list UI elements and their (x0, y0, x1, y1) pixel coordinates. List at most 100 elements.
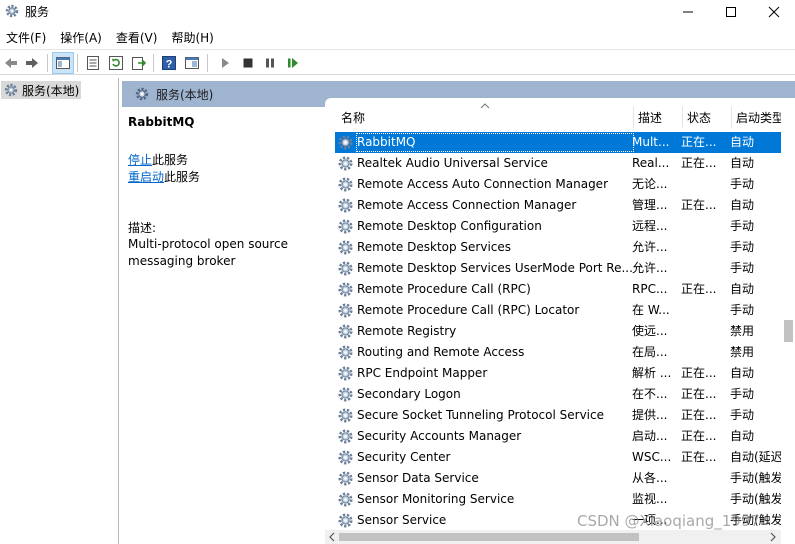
service-row[interactable]: Remote Desktop Services UserMode Port Re… (335, 258, 781, 279)
service-description: 允许... (632, 261, 668, 275)
title-bar: 服务 (0, 0, 795, 24)
service-startup-type: 手动 (730, 219, 755, 233)
play-icon (222, 58, 229, 68)
service-row[interactable]: Realtek Audio Universal Service Real... 正在… (335, 153, 781, 174)
service-row[interactable]: Remote Registry 使远... 禁用 (335, 321, 781, 342)
service-gear-icon (338, 492, 353, 507)
service-description: 解析 ... (632, 366, 672, 380)
restart-service-button[interactable] (282, 52, 304, 74)
scroll-left-icon[interactable] (328, 532, 336, 542)
service-gear-icon (338, 387, 353, 402)
service-description: RPC... (632, 282, 668, 296)
service-gear-icon (338, 219, 353, 234)
service-row[interactable]: Sensor Data Service 从各... 手动(触发 (335, 468, 781, 489)
forward-button[interactable] (21, 52, 43, 74)
horizontal-scrollbar[interactable] (325, 530, 781, 544)
service-startup-type: 禁用 (730, 345, 755, 359)
service-startup-type: 自动 (730, 282, 755, 296)
column-header-status[interactable]: 状态 (683, 106, 732, 128)
console-tree-icon (56, 57, 70, 69)
restart-service-link[interactable]: 重启动 (128, 170, 164, 184)
refresh-button[interactable] (105, 52, 127, 74)
service-row[interactable]: Secure Socket Tunneling Protocol Service… (335, 405, 781, 426)
service-row[interactable]: Remote Access Auto Connection Manager 无论.… (335, 174, 781, 195)
service-status: 正在... (681, 429, 717, 443)
service-gear-icon (338, 303, 353, 318)
pause-service-button[interactable] (259, 52, 281, 74)
service-row[interactable]: Security Center WSC... 正在... 自动(延迟 (335, 447, 781, 468)
service-gear-icon (338, 408, 353, 423)
back-arrow-icon (5, 58, 17, 68)
service-name: Remote Desktop Services UserMode Port Re… (357, 261, 633, 275)
service-description: 无论... (632, 177, 668, 191)
service-row[interactable]: Remote Desktop Services 允许... 手动 (335, 237, 781, 258)
service-row[interactable]: Remote Desktop Configuration 远程... 手动 (335, 216, 781, 237)
service-name: Remote Procedure Call (RPC) (357, 282, 531, 296)
horizontal-scroll-thumb[interactable] (339, 533, 639, 541)
service-name: RPC Endpoint Mapper (357, 366, 488, 380)
forward-arrow-icon (26, 58, 38, 68)
vertical-scrollbar[interactable] (781, 98, 795, 544)
column-header-description[interactable]: 描述 (634, 106, 683, 128)
service-startup-type: 手动 (730, 261, 755, 275)
close-icon (768, 6, 780, 18)
service-name: Remote Desktop Services (357, 240, 512, 254)
service-gear-icon (338, 324, 353, 339)
service-row[interactable]: RPC Endpoint Mapper 解析 ... 正在... 自动 (335, 363, 781, 384)
service-status: 正在... (681, 366, 717, 380)
service-row[interactable]: Security Accounts Manager 启动... 正在... 自动 (335, 426, 781, 447)
services-panel: 服务(本地) RabbitMQ 停止此服务 重启动此服务 描述: Multi-p… (122, 81, 795, 544)
service-startup-type: 手动(触发 (730, 471, 781, 485)
close-button[interactable] (751, 0, 795, 24)
panel-header-title: 服务(本地) (156, 87, 214, 102)
help-button[interactable]: ? (158, 52, 180, 74)
service-row[interactable]: Routing and Remote Access 在局... 禁用 (335, 342, 781, 363)
service-description: 在局... (632, 345, 668, 359)
service-gear-icon (338, 345, 353, 360)
maximize-icon (726, 7, 736, 17)
column-header-startup-type[interactable]: 启动类型 (732, 106, 781, 128)
stop-service-button[interactable] (237, 52, 259, 74)
tree-item-services-local[interactable]: 服务(本地) (1, 81, 81, 99)
service-status: 正在... (681, 198, 717, 212)
service-description: 提供... (632, 408, 668, 422)
view-button[interactable] (181, 52, 203, 74)
services-gear-icon (135, 87, 149, 101)
description-text: Multi-protocol open source messaging bro… (128, 237, 289, 268)
show-console-tree-button[interactable] (52, 52, 74, 74)
menu-action[interactable]: 操作(A) (54, 27, 110, 47)
view-icon (185, 57, 199, 69)
service-gear-icon (338, 261, 353, 276)
help-icon: ? (162, 56, 176, 71)
column-header-name[interactable]: 名称 (337, 106, 634, 128)
service-row[interactable]: RabbitMQ Mult... 正在... 自动 (335, 132, 781, 153)
service-startup-type: 自动 (730, 366, 755, 380)
scroll-right-icon[interactable] (769, 532, 777, 542)
start-service-button[interactable] (214, 52, 236, 74)
back-button[interactable] (0, 52, 22, 74)
watermark: CSDN @Xiaoqiang_1997 (577, 512, 760, 530)
stop-icon (243, 58, 253, 68)
export-list-button[interactable] (128, 52, 150, 74)
service-row[interactable]: Sensor Monitoring Service 监视... 手动(触发 (335, 489, 781, 510)
maximize-button[interactable] (708, 0, 754, 24)
service-gear-icon (338, 240, 353, 255)
menu-view[interactable]: 查看(V) (110, 27, 166, 47)
properties-button[interactable] (82, 52, 104, 74)
service-row[interactable]: Remote Procedure Call (RPC) Locator 在 W..… (335, 300, 781, 321)
menu-file[interactable]: 文件(F) (0, 27, 54, 47)
window-title: 服务 (25, 5, 50, 19)
service-startup-type: 手动 (730, 240, 755, 254)
service-row[interactable]: Remote Procedure Call (RPC) RPC... 正在... 自动 (335, 279, 781, 300)
service-name: Sensor Monitoring Service (357, 492, 515, 506)
description-pane: RabbitMQ 停止此服务 重启动此服务 描述: Multi-protocol… (122, 107, 337, 544)
stop-service-link[interactable]: 停止 (128, 153, 152, 167)
menu-help[interactable]: 帮助(H) (165, 27, 221, 47)
minimize-button[interactable] (665, 0, 711, 24)
service-gear-icon (338, 156, 353, 171)
service-row[interactable]: Remote Access Connection Manager 管理... 正在.… (335, 195, 781, 216)
service-status: 正在... (681, 408, 717, 422)
service-status: 正在... (681, 156, 717, 170)
service-row[interactable]: Secondary Logon 在不... 正在... 手动 (335, 384, 781, 405)
vertical-scroll-thumb[interactable] (784, 320, 793, 342)
